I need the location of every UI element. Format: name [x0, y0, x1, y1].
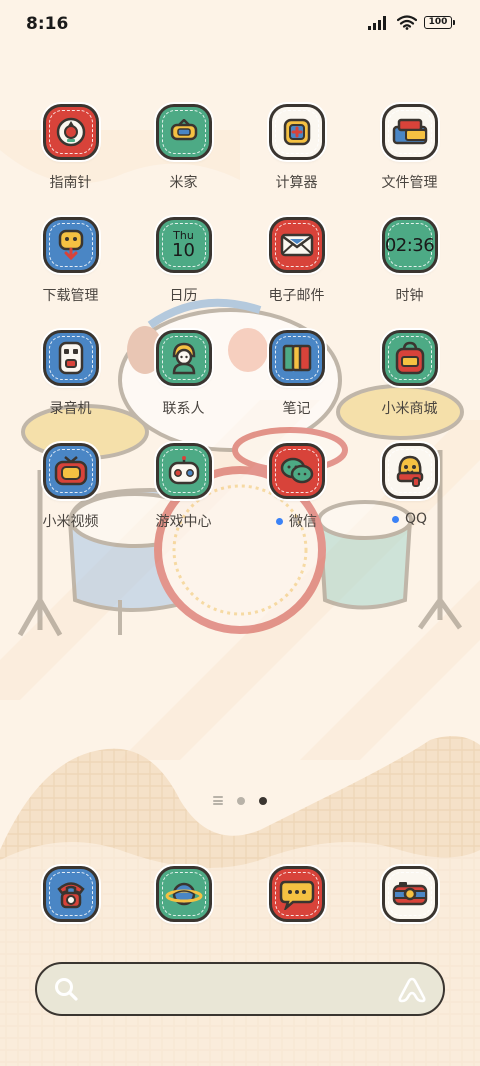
calendar-icon[interactable]: Thu 10: [155, 217, 212, 273]
planet-browser-icon[interactable]: [155, 866, 212, 922]
recorder-icon[interactable]: [42, 330, 99, 386]
page-dot-2-active[interactable]: [259, 796, 267, 805]
app-compass[interactable]: 指南针: [14, 104, 127, 192]
app-label: 联系人: [162, 401, 205, 417]
search-icon[interactable]: [53, 976, 79, 1002]
dock-app-messages[interactable]: [240, 866, 353, 922]
dock: [0, 866, 480, 926]
notification-dot: [391, 515, 399, 523]
app-label: 米家: [169, 175, 198, 191]
phone-icon[interactable]: [42, 866, 99, 922]
wechat-icon[interactable]: [268, 443, 325, 499]
app-email[interactable]: 电子邮件: [240, 217, 353, 305]
app-drawer-handle-icon[interactable]: [213, 796, 223, 805]
dock-app-browser[interactable]: [127, 866, 240, 922]
app-qq[interactable]: QQ: [353, 443, 466, 527]
clock-time: 02:36: [384, 234, 435, 256]
app-wechat[interactable]: 微信: [240, 443, 353, 531]
dock-app-camera[interactable]: [353, 866, 466, 922]
calculator-icon[interactable]: [268, 104, 325, 160]
calendar-day: 10: [172, 240, 195, 261]
contacts-icon[interactable]: [155, 330, 212, 386]
app-mi-store[interactable]: 小米商城: [353, 330, 466, 418]
app-label: 文件管理: [381, 175, 438, 191]
app-label: 下载管理: [42, 288, 99, 304]
message-bubble-icon[interactable]: [268, 866, 325, 922]
mail-icon[interactable]: [268, 217, 325, 273]
app-label: 电子邮件: [268, 288, 325, 304]
page-indicator[interactable]: [0, 796, 480, 805]
app-mi-video[interactable]: 小米视频: [14, 443, 127, 531]
app-label: 微信: [276, 511, 317, 531]
status-bar: 8:16 100: [0, 0, 480, 50]
app-label: 计算器: [275, 175, 318, 191]
app-calculator[interactable]: 计算器: [240, 104, 353, 192]
app-calendar[interactable]: Thu 10 日历: [127, 217, 240, 305]
qq-penguin-icon[interactable]: [381, 443, 438, 499]
wifi-icon: [397, 15, 417, 30]
app-label: 小米视频: [42, 514, 99, 530]
game-robot-icon[interactable]: [155, 443, 212, 499]
app-label: 日历: [169, 288, 198, 304]
status-time: 8:16: [26, 14, 69, 34]
status-icons: 100: [368, 15, 455, 30]
mijia-icon[interactable]: [155, 104, 212, 160]
app-recorder[interactable]: 录音机: [14, 330, 127, 418]
assistant-icon[interactable]: [397, 976, 427, 1004]
app-clock[interactable]: 02:36 时钟: [353, 217, 466, 305]
compass-icon[interactable]: [42, 104, 99, 160]
download-icon[interactable]: [42, 217, 99, 273]
app-contacts[interactable]: 联系人: [127, 330, 240, 418]
dock-app-phone[interactable]: [14, 866, 127, 922]
app-label: 指南针: [49, 175, 92, 191]
folder-icon[interactable]: [381, 104, 438, 160]
app-mijia[interactable]: 米家: [127, 104, 240, 192]
clock-icon[interactable]: 02:36: [381, 217, 438, 273]
app-label: 游戏中心: [155, 514, 212, 530]
app-file-manager[interactable]: 文件管理: [353, 104, 466, 192]
app-download-manager[interactable]: 下载管理: [14, 217, 127, 305]
app-notes[interactable]: 笔记: [240, 330, 353, 418]
app-game-center[interactable]: 游戏中心: [127, 443, 240, 531]
page-dot-1[interactable]: [237, 796, 245, 805]
shop-bag-icon[interactable]: [381, 330, 438, 386]
app-label: 录音机: [49, 401, 92, 417]
app-label: 小米商城: [381, 401, 438, 417]
notes-icon[interactable]: [268, 330, 325, 386]
notification-dot: [276, 517, 283, 525]
camera-icon[interactable]: [381, 866, 438, 922]
search-bar[interactable]: [35, 962, 445, 1016]
app-label: 时钟: [395, 288, 424, 304]
app-label: 笔记: [282, 401, 311, 417]
battery-icon: 100: [424, 16, 455, 29]
tv-icon[interactable]: [42, 443, 99, 499]
app-label: QQ: [391, 511, 427, 527]
signal-icon: [368, 15, 386, 30]
